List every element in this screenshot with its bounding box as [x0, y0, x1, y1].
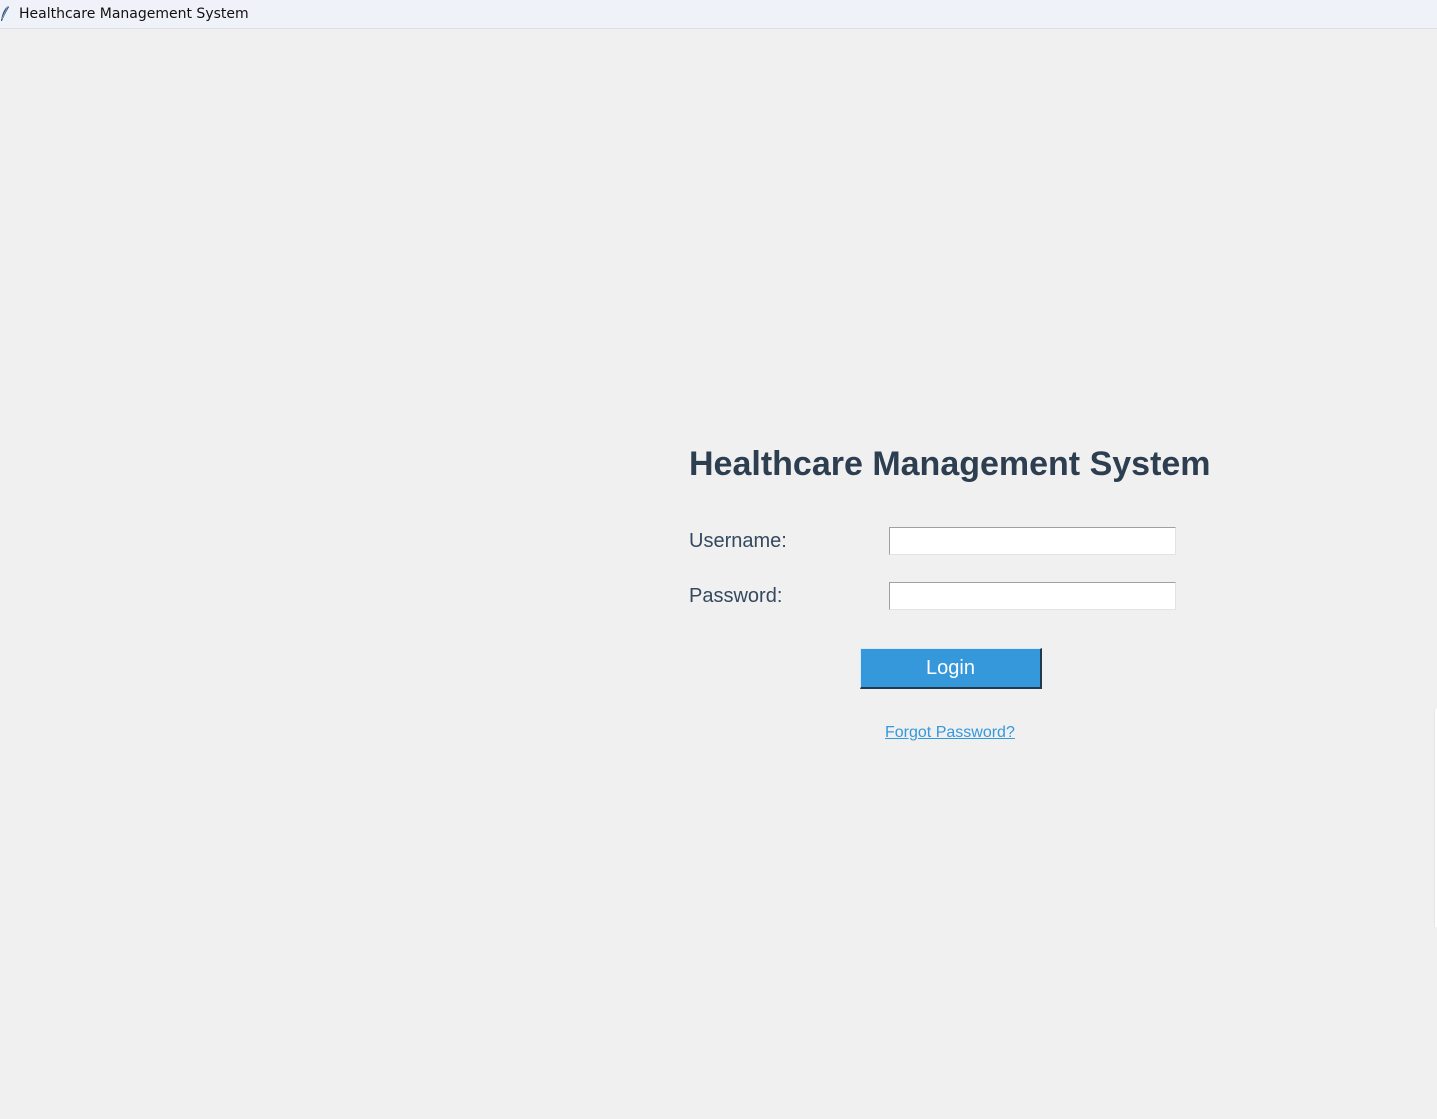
window-titlebar[interactable]: Healthcare Management System — [0, 0, 1437, 29]
page-title: Healthcare Management System — [689, 445, 1211, 483]
username-label: Username: — [689, 530, 787, 552]
login-button[interactable]: Login — [860, 648, 1042, 689]
password-input[interactable] — [889, 582, 1176, 610]
password-label: Password: — [689, 585, 783, 607]
username-input[interactable] — [889, 527, 1176, 555]
forgot-password-link[interactable]: Forgot Password? — [885, 724, 1015, 742]
window-title: Healthcare Management System — [19, 6, 249, 22]
login-screen — [0, 29, 1437, 1119]
feather-icon — [0, 5, 10, 23]
